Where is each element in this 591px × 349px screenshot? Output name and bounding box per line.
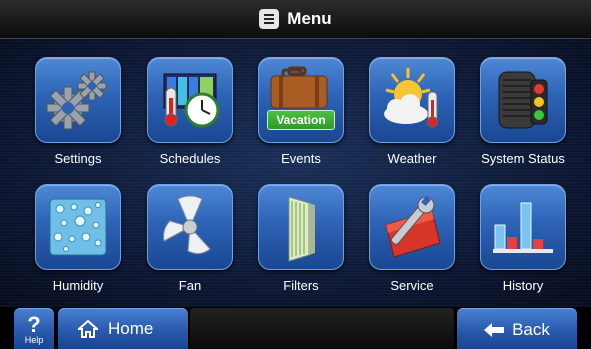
help-label: Help bbox=[24, 334, 44, 345]
thermometer-clock-icon bbox=[163, 73, 220, 128]
droplets-icon bbox=[49, 198, 107, 256]
fan-icon bbox=[163, 195, 211, 255]
system-status-label: System Status bbox=[481, 151, 565, 166]
home-button[interactable]: Home bbox=[58, 308, 188, 349]
filters-tile[interactable]: Filters bbox=[246, 166, 356, 293]
filter-icon bbox=[288, 196, 315, 262]
gears-icon bbox=[46, 71, 107, 130]
schedules-button[interactable] bbox=[147, 57, 233, 143]
settings-tile[interactable]: Settings bbox=[23, 39, 133, 166]
arrow-left-icon bbox=[484, 322, 505, 337]
events-tile[interactable]: Vacation Events bbox=[246, 39, 356, 166]
service-label: Service bbox=[390, 278, 434, 293]
footer-spacer bbox=[190, 308, 454, 349]
fan-button[interactable] bbox=[147, 184, 233, 270]
fan-label: Fan bbox=[178, 278, 202, 293]
filters-label: Filters bbox=[283, 278, 319, 293]
history-label: History bbox=[502, 278, 544, 293]
settings-button[interactable] bbox=[35, 57, 121, 143]
schedules-tile[interactable]: Schedules bbox=[135, 39, 245, 166]
page-title: Menu bbox=[287, 9, 332, 28]
sun-cloud-icon bbox=[384, 68, 438, 128]
footer-bar: ? Help Home Back bbox=[0, 307, 591, 349]
events-label: Events bbox=[281, 151, 321, 166]
history-button[interactable] bbox=[480, 184, 566, 270]
humidity-tile[interactable]: Humidity bbox=[23, 166, 133, 293]
history-tile[interactable]: History bbox=[468, 166, 578, 293]
weather-button[interactable] bbox=[369, 57, 455, 143]
menu-list-icon bbox=[259, 9, 280, 29]
bar-chart-icon bbox=[493, 202, 553, 253]
system-status-button[interactable] bbox=[480, 57, 566, 143]
back-button[interactable]: Back bbox=[457, 308, 577, 349]
humidity-button[interactable] bbox=[35, 184, 121, 270]
schedules-label: Schedules bbox=[159, 151, 221, 166]
thermostat-screen: Menu Settings Schedules Vacation Events … bbox=[0, 0, 591, 349]
help-button[interactable]: ? Help bbox=[14, 308, 54, 349]
filters-button[interactable] bbox=[258, 184, 344, 270]
humidity-label: Humidity bbox=[52, 278, 104, 293]
help-icon: ? bbox=[27, 311, 41, 337]
events-button[interactable]: Vacation bbox=[258, 57, 344, 143]
weather-label: Weather bbox=[387, 151, 437, 166]
system-status-tile[interactable]: System Status bbox=[468, 39, 578, 166]
home-label: Home bbox=[108, 319, 154, 338]
header-bar: Menu bbox=[0, 0, 591, 39]
service-button[interactable] bbox=[369, 184, 455, 270]
vacation-badge: Vacation bbox=[267, 110, 335, 130]
service-tile[interactable]: Service bbox=[357, 166, 467, 293]
ac-unit-status-icon bbox=[498, 71, 548, 129]
wrench-toolbox-icon bbox=[385, 196, 441, 258]
back-label: Back bbox=[512, 319, 550, 339]
menu-grid: Settings Schedules Vacation Events Weath… bbox=[0, 39, 591, 306]
fan-tile[interactable]: Fan bbox=[135, 166, 245, 293]
home-icon bbox=[78, 320, 98, 338]
settings-label: Settings bbox=[54, 151, 102, 166]
weather-tile[interactable]: Weather bbox=[357, 39, 467, 166]
